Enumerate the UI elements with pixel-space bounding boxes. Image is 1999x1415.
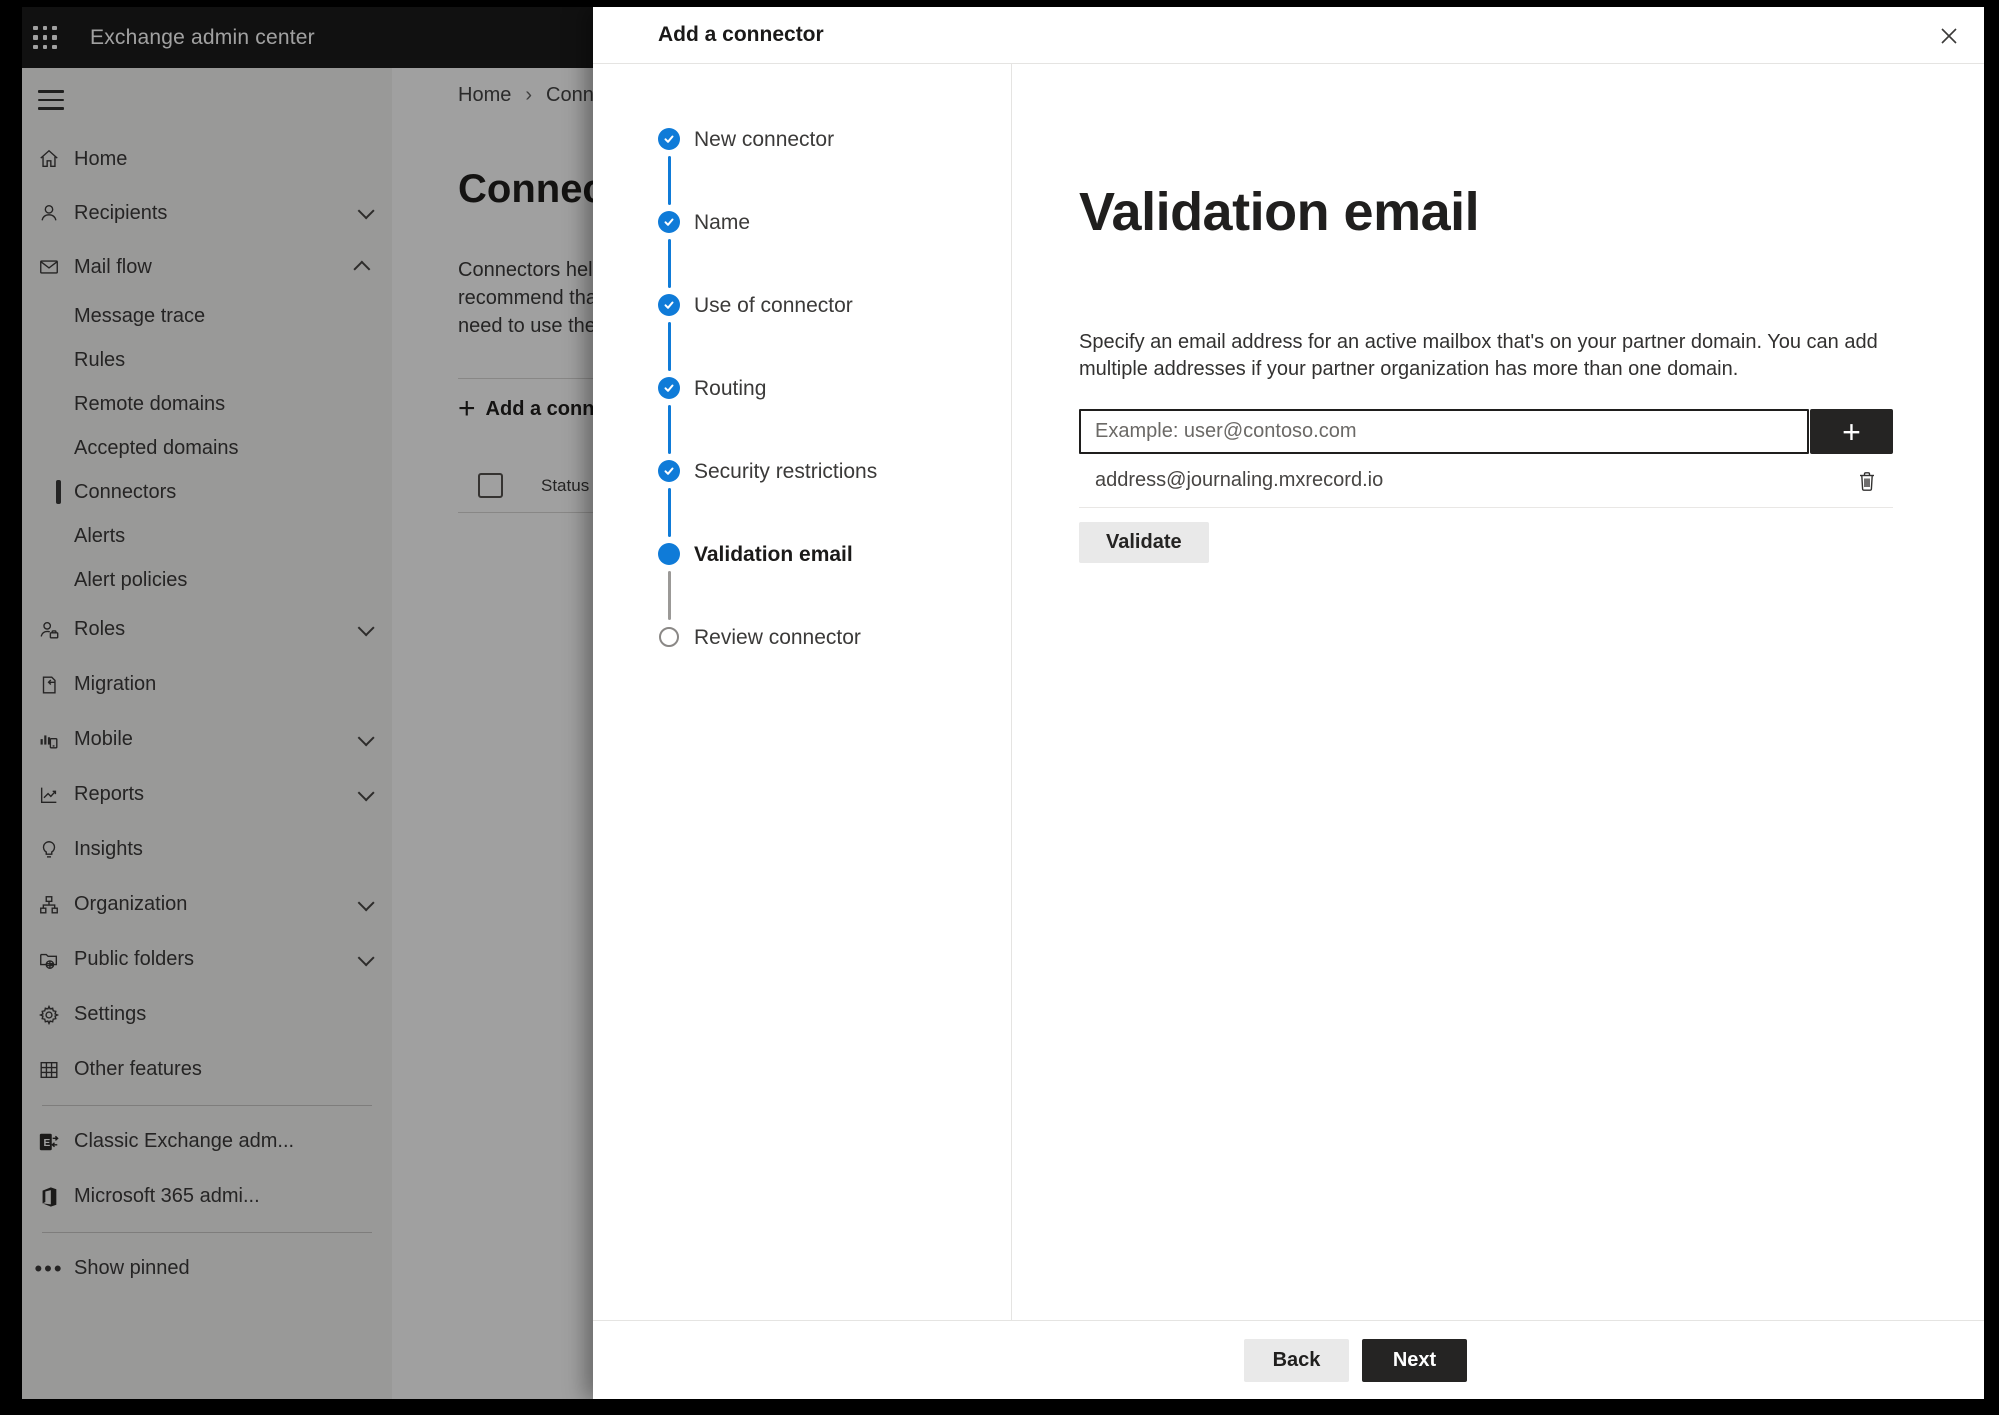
step-heading: Validation email bbox=[1079, 182, 1480, 242]
step-description: Specify an email address for an active m… bbox=[1079, 331, 1878, 380]
step-completed-icon bbox=[658, 377, 680, 399]
step-completed-icon bbox=[658, 128, 680, 150]
step-security-restrictions[interactable]: Security restrictions bbox=[658, 460, 1011, 543]
next-button[interactable]: Next bbox=[1362, 1338, 1467, 1382]
wizard-steps: New connector Name Use of connector Rout… bbox=[593, 64, 1012, 1320]
add-connector-panel: Add a connector New connector Name Use o… bbox=[593, 7, 1984, 1399]
added-email-address: address@journaling.mxrecord.io bbox=[1095, 469, 1384, 491]
step-name[interactable]: Name bbox=[658, 211, 1011, 294]
delete-email-button[interactable] bbox=[1853, 467, 1881, 495]
step-connector-line bbox=[667, 488, 671, 537]
panel-footer: Back Next bbox=[593, 1320, 1984, 1399]
app-window: Exchange admin center Home Recipients Ma… bbox=[22, 7, 1984, 1399]
step-routing[interactable]: Routing bbox=[658, 377, 1011, 460]
step-current-icon bbox=[658, 543, 680, 565]
step-connector-line bbox=[667, 405, 671, 454]
step-validation-email[interactable]: Validation email bbox=[658, 543, 1011, 626]
step-completed-icon bbox=[658, 294, 680, 316]
step-connector-line bbox=[667, 322, 671, 371]
step-new-connector[interactable]: New connector bbox=[658, 128, 1011, 211]
back-button[interactable]: Back bbox=[1244, 1338, 1349, 1382]
step-connector-line bbox=[667, 239, 671, 288]
step-review-connector[interactable]: Review connector bbox=[658, 626, 1011, 709]
screenshot-frame: Exchange admin center Home Recipients Ma… bbox=[0, 0, 1999, 1415]
add-email-button[interactable]: + bbox=[1810, 409, 1893, 454]
added-email-row: address@journaling.mxrecord.io bbox=[1079, 454, 1893, 508]
step-completed-icon bbox=[658, 460, 680, 482]
email-input[interactable] bbox=[1079, 409, 1809, 454]
step-use-of-connector[interactable]: Use of connector bbox=[658, 294, 1011, 377]
step-connector-line bbox=[667, 571, 671, 620]
panel-header: Add a connector bbox=[593, 7, 1984, 64]
validate-button[interactable]: Validate bbox=[1079, 522, 1209, 563]
step-completed-icon bbox=[658, 211, 680, 233]
trash-icon bbox=[1860, 471, 1874, 491]
close-button[interactable] bbox=[1934, 21, 1964, 51]
panel-title: Add a connector bbox=[658, 23, 824, 46]
email-input-row: + bbox=[1079, 409, 1893, 454]
panel-content: Validation email Specify an email addres… bbox=[1012, 64, 1984, 1320]
close-icon bbox=[1941, 28, 1957, 44]
step-connector-line bbox=[667, 156, 671, 205]
step-pending-icon bbox=[659, 627, 679, 647]
panel-body: New connector Name Use of connector Rout… bbox=[593, 64, 1984, 1320]
